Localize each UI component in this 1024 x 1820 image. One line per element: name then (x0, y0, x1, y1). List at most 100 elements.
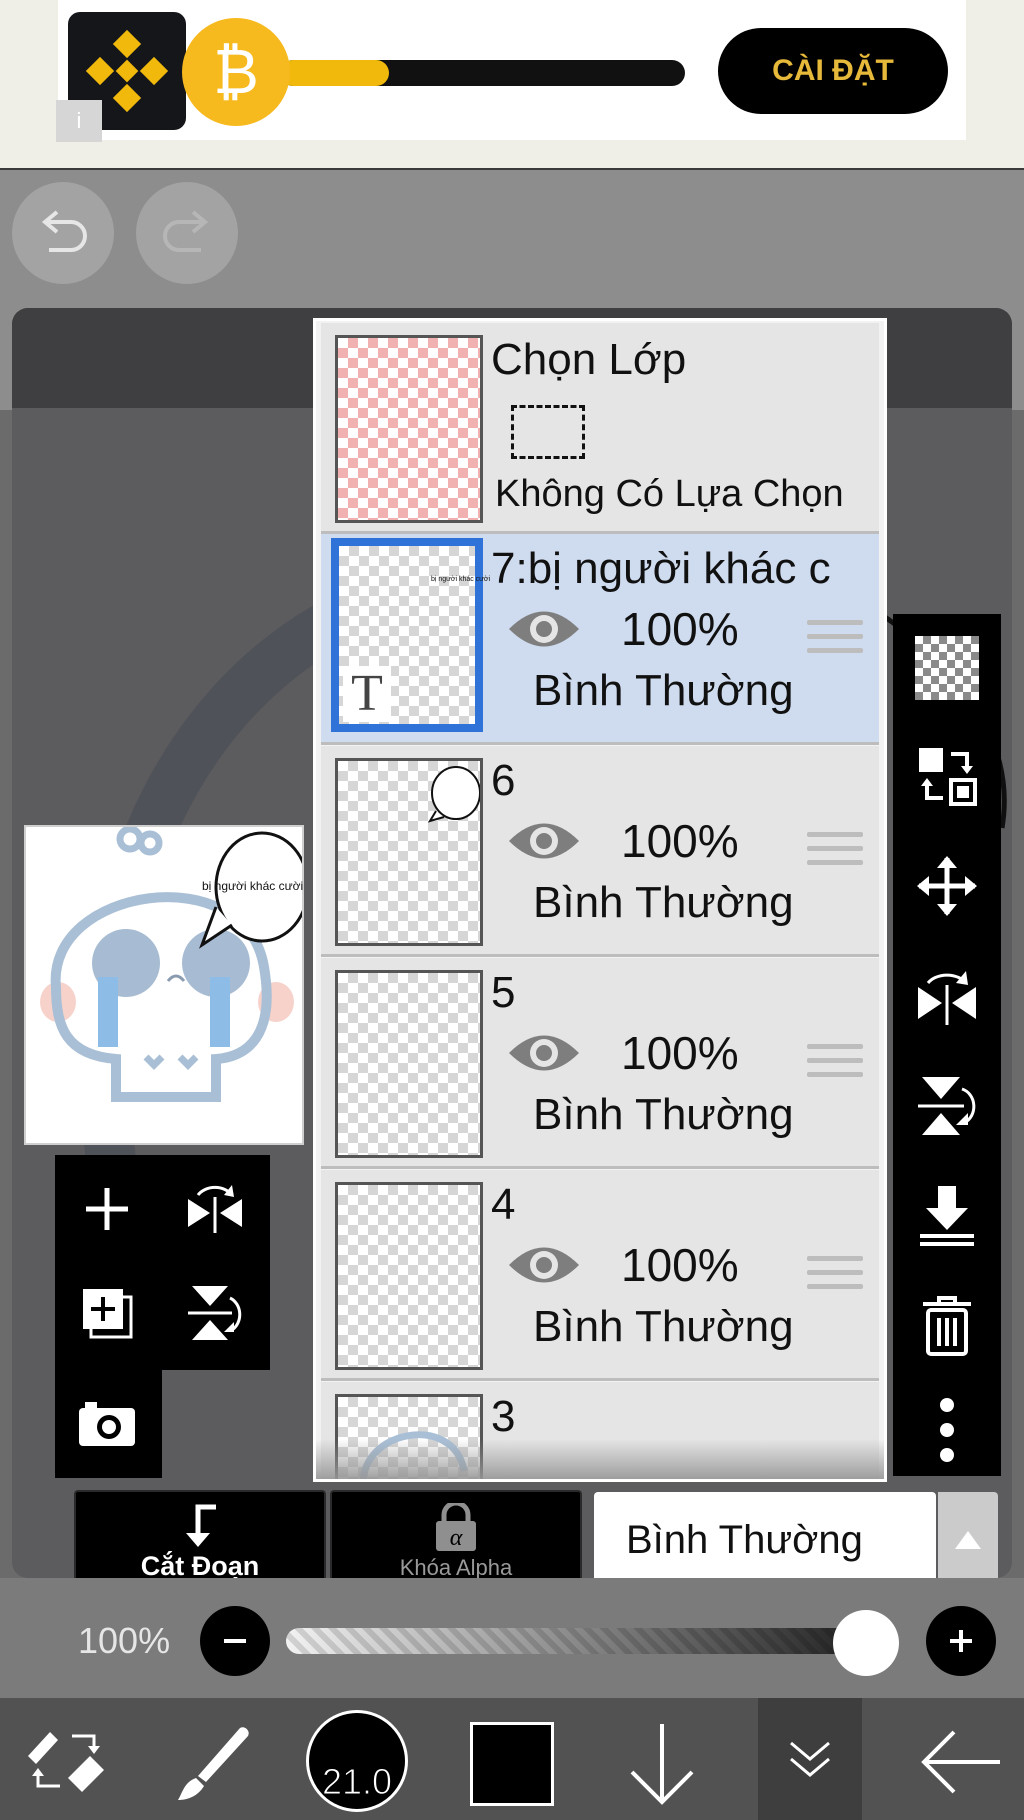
clipping-arrow-icon (186, 1504, 216, 1547)
trash-icon (923, 1296, 971, 1356)
delete-layer-button[interactable] (907, 1286, 987, 1366)
layer-row-4[interactable]: 4 100% Bình Thường (321, 1170, 879, 1381)
selection-marquee-icon (511, 405, 585, 459)
svg-text:α: α (450, 1525, 463, 1551)
blend-mode-dropdown-button[interactable] (938, 1492, 998, 1588)
layer-row-6[interactable]: 6 100% Bình Thường (321, 746, 879, 957)
plus-icon (86, 1188, 128, 1230)
layer-down-button[interactable] (620, 1718, 704, 1808)
flip-layer-horizontal-button[interactable] (170, 1164, 260, 1254)
layer-name: 6 (491, 756, 516, 805)
layer-6-thumbnail (335, 758, 483, 946)
brush-size-button[interactable]: 21.0 (306, 1710, 408, 1812)
camera-icon (79, 1402, 135, 1446)
eye-icon[interactable] (507, 816, 581, 866)
text-layer-icon: T (343, 666, 391, 722)
ad-install-button[interactable]: CÀI ĐẶT (718, 28, 948, 114)
selection-layer-title: Chọn Lớp (491, 335, 687, 384)
layer-blend-mode: Bình Thường (533, 666, 794, 715)
speech-bubble-thumb (428, 766, 480, 823)
layer-7-thumbnail: bị người khác cười T (331, 538, 490, 732)
flip-vertical-icon (918, 1077, 976, 1135)
flip-horizontal-button[interactable] (907, 956, 987, 1036)
flip-vertical-icon (188, 1286, 242, 1340)
opacity-slider-handle[interactable] (833, 1610, 899, 1676)
ad-info-icon[interactable]: i (56, 100, 102, 142)
selection-layer-row[interactable]: Chọn Lớp Không Có Lựa Chọn (321, 323, 879, 534)
undo-button[interactable] (12, 182, 114, 284)
drag-handle-icon[interactable] (807, 1044, 863, 1086)
opacity-increase-button[interactable] (926, 1606, 996, 1676)
layer-panel: Chọn Lớp Không Có Lựa Chọn bị người khác… (313, 318, 887, 1482)
minus-icon (224, 1639, 246, 1643)
brush-tool-button[interactable] (168, 1716, 258, 1806)
selection-status: Không Có Lựa Chọn (495, 473, 844, 515)
transparent-layer-button[interactable] (907, 628, 987, 708)
blend-mode-select[interactable]: Bình Thường (594, 1492, 936, 1588)
layer-blend-mode: Bình Thường (533, 1302, 794, 1351)
layer-7-thumb-text: bị người khác cười (431, 576, 491, 583)
layer-opacity: 100% (621, 815, 739, 867)
ad-progress-fill (280, 60, 389, 86)
collapse-panel-button[interactable] (758, 1698, 862, 1820)
drag-handle-icon[interactable] (807, 620, 863, 662)
flip-layer-vertical-button[interactable] (170, 1268, 260, 1358)
ad-info-glyph: i (76, 108, 82, 133)
merge-down-icon (920, 1186, 974, 1246)
add-layer-button[interactable] (62, 1164, 152, 1254)
flip-horizontal-icon (188, 1185, 242, 1233)
more-vertical-icon (940, 1398, 954, 1462)
camera-import-button[interactable] (62, 1378, 152, 1468)
layer-name: 7:bị người khác c (491, 544, 831, 593)
layer-name: 5 (491, 968, 516, 1017)
merge-down-button[interactable] (907, 1176, 987, 1256)
canvas-preview[interactable]: bị người khác cười (24, 825, 310, 1145)
move-button[interactable] (907, 846, 987, 926)
brush-size-value: 21.0 (321, 1761, 393, 1803)
layer-row-7[interactable]: bị người khác cười T 7:bị người khác c 1… (321, 534, 879, 745)
layer-row-5[interactable]: 5 100% Bình Thường (321, 958, 879, 1169)
redo-button[interactable] (136, 182, 238, 284)
back-button[interactable] (916, 1722, 1006, 1802)
brush-eraser-switch-icon (28, 1732, 104, 1792)
opacity-label: 100% (78, 1620, 171, 1661)
arrow-down-icon (630, 1724, 694, 1805)
color-swatch-button[interactable] (470, 1722, 554, 1806)
duplicate-layer-button[interactable] (62, 1268, 152, 1358)
layer-opacity: 100% (621, 1027, 739, 1079)
layer-5-thumbnail (335, 970, 483, 1158)
bitcoin-icon: ₿ (182, 18, 290, 126)
opacity-decrease-button[interactable] (200, 1606, 270, 1676)
eye-icon[interactable] (507, 1240, 581, 1290)
layer-actions-strip (893, 614, 1001, 1476)
layer-4-thumbnail (335, 1182, 483, 1370)
swap-icon (919, 748, 977, 806)
preview-speech-text: bị người khác cười (202, 879, 304, 893)
drag-handle-icon[interactable] (807, 832, 863, 874)
layer-name: 4 (491, 1180, 516, 1229)
move-arrows-icon (917, 856, 977, 916)
plus-icon (950, 1630, 972, 1652)
clipping-label: Cắt Đoạn (140, 1550, 260, 1581)
lock-alpha-icon: α (436, 1503, 476, 1551)
drag-handle-icon[interactable] (807, 1256, 863, 1298)
eye-icon[interactable] (507, 604, 581, 654)
redo-icon (163, 210, 209, 252)
triangle-up-icon (955, 1531, 981, 1549)
swap-selection-button[interactable] (907, 736, 987, 816)
double-chevron-down-icon (790, 1741, 830, 1777)
layer-name: 3 (491, 1392, 516, 1441)
flip-horizontal-icon (918, 971, 976, 1025)
arrow-left-icon (921, 1730, 1000, 1794)
opacity-slider[interactable] (286, 1628, 886, 1654)
preview-drawing (40, 825, 310, 1102)
layer-opacity: 100% (621, 603, 739, 655)
more-options-button[interactable] (907, 1390, 987, 1470)
duplicate-layer-icon (83, 1289, 133, 1339)
checkerboard-icon (915, 636, 979, 700)
brush-icon (178, 1727, 249, 1800)
flip-vertical-button[interactable] (907, 1066, 987, 1146)
selection-layer-thumbnail (335, 335, 483, 523)
eye-icon[interactable] (507, 1028, 581, 1078)
tool-switch-button[interactable] (20, 1716, 110, 1806)
